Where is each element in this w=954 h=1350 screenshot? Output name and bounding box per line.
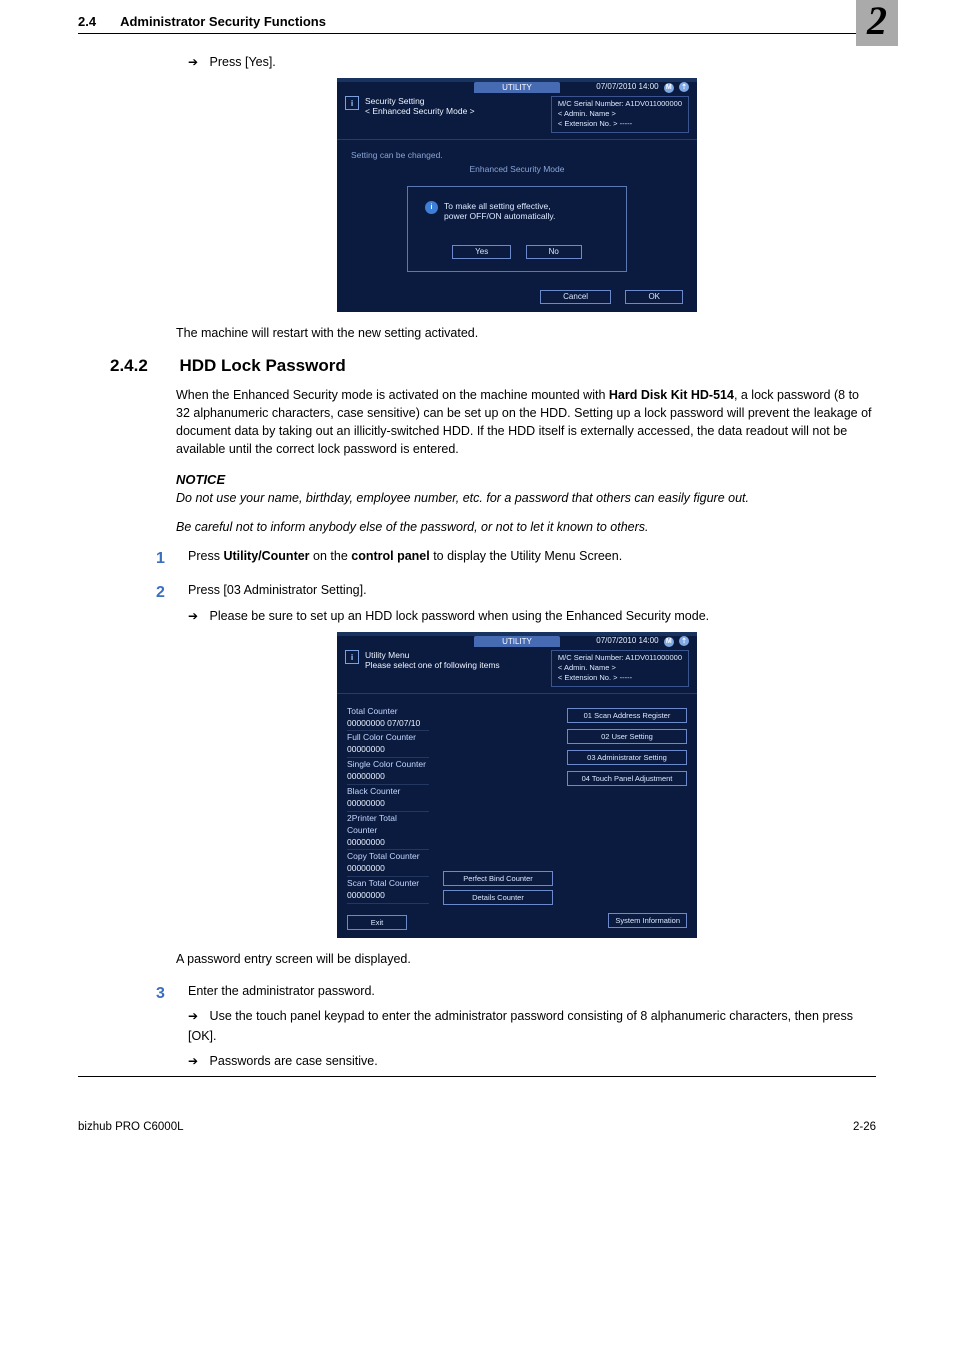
step1-e: to display the Utility Menu Screen. bbox=[430, 549, 622, 563]
menu-button-0[interactable]: 01 Scan Address Register bbox=[567, 708, 687, 723]
cancel-button[interactable]: Cancel bbox=[540, 290, 611, 304]
step-2-number: 2 bbox=[156, 581, 188, 626]
screen1-sub: Enhanced Security Mode bbox=[351, 164, 683, 174]
system-info-button[interactable]: System Information bbox=[608, 913, 687, 928]
screen1-heading: Setting can be changed. bbox=[351, 150, 683, 160]
info-circle-icon: i bbox=[425, 201, 438, 214]
menu-button-3[interactable]: 04 Touch Panel Adjustment bbox=[567, 771, 687, 786]
utility-tab-2: UTILITY bbox=[474, 636, 560, 647]
intro-part1: When the Enhanced Security mode is activ… bbox=[176, 388, 609, 402]
header-section-title: Administrator Security Functions bbox=[120, 14, 876, 29]
no-button[interactable]: No bbox=[526, 245, 582, 259]
step-1-body: Press Utility/Counter on the control pan… bbox=[188, 547, 876, 572]
screen1-modal-msg1: To make all setting effective, bbox=[444, 201, 555, 211]
footer-model: bizhub PRO C6000L bbox=[78, 1121, 183, 1133]
menu-button-1[interactable]: 02 User Setting bbox=[567, 729, 687, 744]
screen1-admin: < Admin. Name > bbox=[558, 109, 682, 119]
exit-button[interactable]: Exit bbox=[347, 915, 407, 930]
screen1-serial: M/C Serial Number: A1DV011000000 bbox=[558, 99, 682, 109]
counter-row: Total Counter00000000 07/07/10 bbox=[347, 706, 429, 732]
step-2-body: Press [03 Administrator Setting]. bbox=[188, 581, 876, 600]
step1-d: control panel bbox=[351, 549, 429, 563]
counter-row: Black Counter00000000 bbox=[347, 786, 429, 812]
menu-button-2[interactable]: 03 Administrator Setting bbox=[567, 750, 687, 765]
step3-arrow-b: Passwords are case sensitive. bbox=[188, 1052, 876, 1071]
details-counter-button[interactable]: Details Counter bbox=[443, 890, 553, 905]
section-title: HDD Lock Password bbox=[179, 356, 345, 375]
header-section-num: 2.4 bbox=[78, 14, 96, 29]
counter-row: Copy Total Counter00000000 bbox=[347, 851, 429, 877]
embedded-screenshot-2: 07/07/2010 14:00 M ⇡ UTILITY i Utility M… bbox=[337, 632, 697, 938]
intro-bold: Hard Disk Kit HD-514 bbox=[609, 388, 734, 402]
screen1-date: 07/07/2010 14:00 bbox=[596, 82, 658, 91]
step1-c: on the bbox=[310, 549, 352, 563]
screen2-ext: < Extension No. > ----- bbox=[558, 673, 682, 683]
memory-icon: M bbox=[664, 83, 674, 93]
screen1-title1: Security Setting bbox=[365, 96, 475, 106]
remaining-icon-2: ⇡ bbox=[679, 636, 689, 646]
intro-paragraph: When the Enhanced Security mode is activ… bbox=[176, 386, 876, 459]
step-1-number: 1 bbox=[156, 547, 188, 572]
notice-line1: Do not use your name, birthday, employee… bbox=[176, 489, 876, 508]
section-num: 2.4.2 bbox=[110, 356, 176, 376]
screen2-date: 07/07/2010 14:00 bbox=[596, 636, 658, 645]
memory-icon-2: M bbox=[664, 637, 674, 647]
step2-arrow: Please be sure to set up an HDD lock pas… bbox=[188, 607, 876, 626]
counters-column: Total Counter00000000 07/07/10Full Color… bbox=[347, 706, 429, 905]
screen1-title2: < Enhanced Security Mode > bbox=[365, 106, 475, 116]
step3-arrow-a-text: Use the touch panel keypad to enter the … bbox=[188, 1009, 853, 1042]
press-yes-line: Press [Yes]. bbox=[188, 52, 876, 72]
notice-heading: NOTICE bbox=[176, 472, 876, 487]
footer-page: 2-26 bbox=[853, 1121, 876, 1133]
step-3-number: 3 bbox=[156, 982, 188, 1072]
screen1-modal: i To make all setting effective, power O… bbox=[407, 186, 627, 272]
screen2-title2: Please select one of following items bbox=[365, 660, 500, 670]
screen2-admin: < Admin. Name > bbox=[558, 663, 682, 673]
step2-arrow-text: Please be sure to set up an HDD lock pas… bbox=[210, 609, 710, 623]
step1-a: Press bbox=[188, 549, 223, 563]
perfect-bind-button[interactable]: Perfect Bind Counter bbox=[443, 871, 553, 886]
step3-arrow-b-text: Passwords are case sensitive. bbox=[210, 1054, 378, 1068]
chapter-number-badge: 2 bbox=[856, 0, 898, 46]
header-rule bbox=[78, 33, 876, 34]
screen2-title1: Utility Menu bbox=[365, 650, 500, 660]
step3-arrow-a: Use the touch panel keypad to enter the … bbox=[188, 1007, 876, 1046]
embedded-screenshot-1: 07/07/2010 14:00 M ⇡ UTILITY i Security … bbox=[337, 78, 697, 311]
counter-row: Full Color Counter00000000 bbox=[347, 732, 429, 758]
info-icon: i bbox=[345, 96, 359, 110]
right-menu-column: 01 Scan Address Register 02 User Setting 0… bbox=[567, 706, 687, 905]
after-screen2: A password entry screen will be displaye… bbox=[176, 950, 876, 968]
step-3-body: Enter the administrator password. bbox=[188, 982, 876, 1001]
counter-row: Single Color Counter00000000 bbox=[347, 759, 429, 785]
counter-row: 2Printer Total Counter00000000 bbox=[347, 813, 429, 851]
counter-row: Scan Total Counter00000000 bbox=[347, 878, 429, 904]
restart-msg: The machine will restart with the new se… bbox=[176, 324, 876, 342]
utility-tab: UTILITY bbox=[474, 82, 560, 93]
step1-b: Utility/Counter bbox=[223, 549, 309, 563]
yes-button[interactable]: Yes bbox=[452, 245, 511, 259]
screen1-modal-msg2: power OFF/ON automatically. bbox=[444, 211, 555, 221]
screen1-ext: < Extension No. > ----- bbox=[558, 119, 682, 129]
ok-button[interactable]: OK bbox=[625, 290, 683, 304]
screen2-serial: M/C Serial Number: A1DV011000000 bbox=[558, 653, 682, 663]
press-yes-text: Press [Yes]. bbox=[210, 55, 276, 69]
info-icon-2: i bbox=[345, 650, 359, 664]
footer-rule bbox=[78, 1076, 876, 1077]
remaining-icon: ⇡ bbox=[679, 82, 689, 92]
notice-line2: Be careful not to inform anybody else of… bbox=[176, 518, 876, 537]
